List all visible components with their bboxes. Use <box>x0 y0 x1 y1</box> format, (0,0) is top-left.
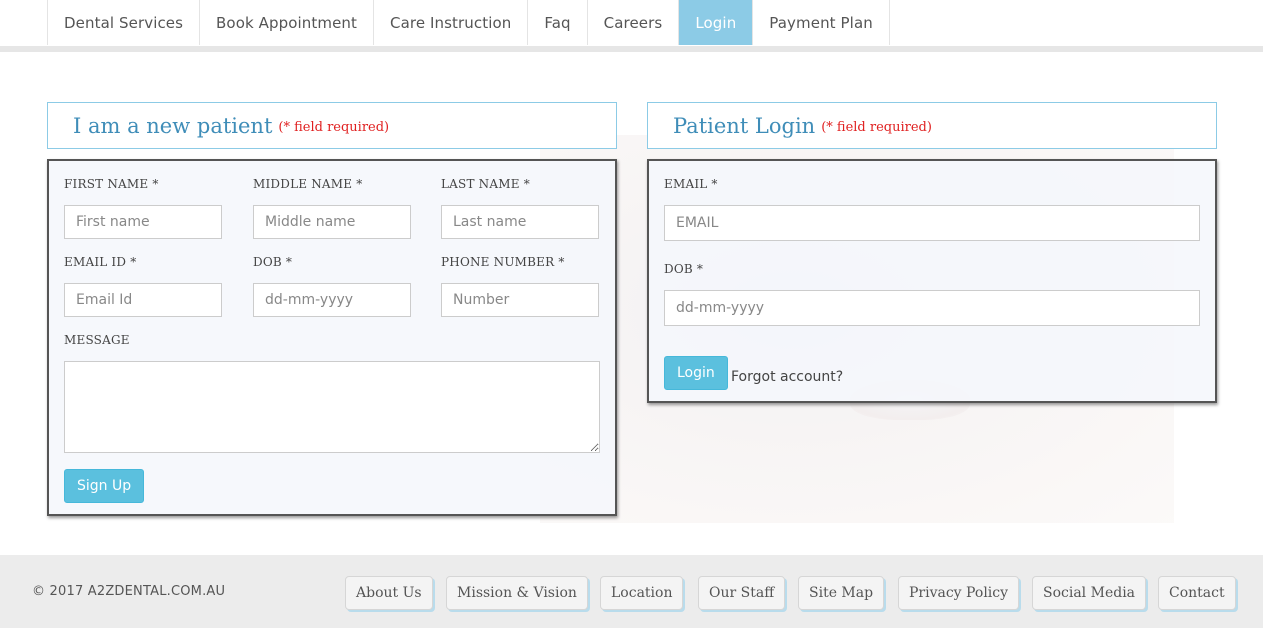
login-form: EMAIL * DOB * Login Forgot account? <box>647 159 1217 403</box>
message-textarea[interactable] <box>64 361 600 453</box>
login-email-label: EMAIL * <box>664 177 718 191</box>
first-name-label: FIRST NAME * <box>64 177 159 191</box>
footer-link-privacy-policy[interactable]: Privacy Policy <box>898 576 1020 610</box>
footer-link-social-media[interactable]: Social Media <box>1032 576 1147 610</box>
login-email-input[interactable] <box>664 205 1200 241</box>
signup-title: I am a new patient <box>73 113 273 138</box>
login-dob-label: DOB * <box>664 262 704 276</box>
last-name-input[interactable] <box>441 205 599 239</box>
forgot-account-link[interactable]: Forgot account? <box>731 369 843 385</box>
nav-item-careers[interactable]: Careers <box>586 0 679 45</box>
login-dob-input[interactable] <box>664 290 1200 326</box>
middle-name-input[interactable] <box>253 205 411 239</box>
phone-number-input[interactable] <box>441 283 599 317</box>
nav-item-payment-plan[interactable]: Payment Plan <box>752 0 890 45</box>
message-label: MESSAGE <box>64 333 130 347</box>
nav-item-dental-services[interactable]: Dental Services <box>47 0 199 45</box>
footer: © 2017 A2ZDENTAL.COM.AU About Us Mission… <box>0 555 1263 628</box>
phone-number-label: PHONE NUMBER * <box>441 255 565 269</box>
login-header: Patient Login (* field required) <box>647 102 1217 149</box>
footer-link-about-us[interactable]: About Us <box>345 576 433 610</box>
sign-up-button[interactable]: Sign Up <box>64 469 145 503</box>
signup-header: I am a new patient (* field required) <box>47 102 617 149</box>
middle-name-label: MIDDLE NAME * <box>253 177 363 191</box>
footer-link-contact[interactable]: Contact <box>1158 576 1236 610</box>
first-name-input[interactable] <box>64 205 222 239</box>
nav-item-faq[interactable]: Faq <box>527 0 586 45</box>
nav-item-book-appointment[interactable]: Book Appointment <box>199 0 373 45</box>
signup-required-note: (* field required) <box>278 120 390 135</box>
login-button[interactable]: Login <box>664 356 728 390</box>
dob-label: DOB * <box>253 255 293 269</box>
dob-input[interactable] <box>253 283 411 317</box>
nav-item-login[interactable]: Login <box>678 0 753 45</box>
signup-form: FIRST NAME * MIDDLE NAME * LAST NAME * E… <box>47 159 617 516</box>
login-required-note: (* field required) <box>821 120 932 135</box>
login-title: Patient Login <box>673 113 816 138</box>
footer-link-mission-vision[interactable]: Mission & Vision <box>446 576 588 610</box>
nav-divider <box>0 46 1263 52</box>
email-id-input[interactable] <box>64 283 222 317</box>
top-navigation: Dental Services Book Appointment Care In… <box>0 0 1263 52</box>
footer-link-location[interactable]: Location <box>600 576 684 610</box>
copyright-text: © 2017 A2ZDENTAL.COM.AU <box>32 584 226 599</box>
nav-item-care-instruction[interactable]: Care Instruction <box>373 0 527 45</box>
nav-list: Dental Services Book Appointment Care In… <box>47 0 890 45</box>
email-id-label: EMAIL ID * <box>64 255 137 269</box>
footer-link-site-map[interactable]: Site Map <box>798 576 885 610</box>
footer-link-our-staff[interactable]: Our Staff <box>698 576 786 610</box>
last-name-label: LAST NAME * <box>441 177 530 191</box>
